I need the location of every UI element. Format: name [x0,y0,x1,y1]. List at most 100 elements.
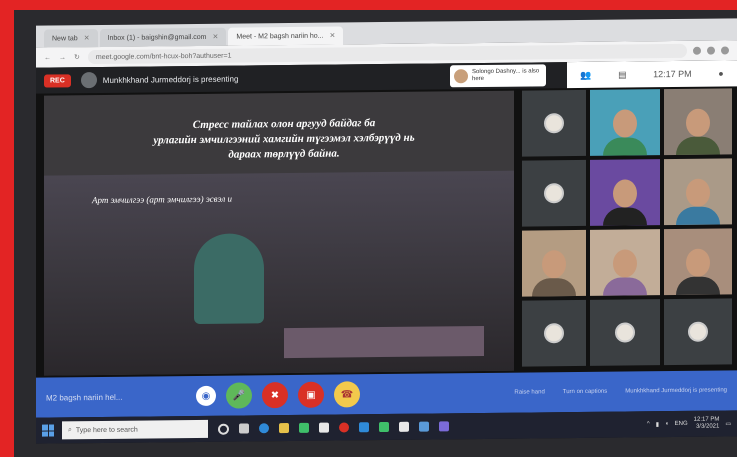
presenting-text: Munkhkhand Jurmeddorj is presenting [102,74,239,85]
chevron-up-icon[interactable]: ^ [647,421,650,427]
participant-tile-video[interactable] [522,229,586,297]
participant-avatar [544,113,564,134]
participant-body [603,207,647,226]
extension-icon[interactable] [707,46,715,55]
people-icon[interactable]: 👥 [580,69,591,80]
close-icon[interactable]: ✕ [84,34,90,42]
chat-icon[interactable]: ▤ [618,69,627,80]
participant-avatar [544,323,564,344]
volume-icon[interactable]: ◖ [665,421,669,427]
word-icon[interactable] [419,421,429,432]
participant-tile-video[interactable] [664,158,732,226]
slide-title: Стресс тайлах олон аргууд байдаг ба урла… [84,115,484,164]
user-avatar[interactable]: ● [718,68,723,78]
forward-icon[interactable]: → [59,54,66,61]
participant-face [686,178,710,207]
participant-face [686,248,710,277]
browser-tab[interactable]: Inbox (1) - baigshin@gmail.com ✕ [99,27,227,48]
participant-face [613,249,637,278]
participant-tile-video[interactable] [590,89,660,156]
laptop-screen: New tab ✕ Inbox (1) - baigshin@gmail.com ✕… [36,18,737,444]
profile-icon[interactable] [721,46,729,55]
notification-icon[interactable]: ▭ [725,420,731,427]
right-controls: Raise hand Turn on captions Munkhkhand J… [514,387,727,395]
participant-face [686,108,710,137]
participant-face [542,249,566,279]
mic-off-button[interactable]: ✖ [262,382,288,409]
close-icon[interactable]: ✕ [213,33,219,41]
participant-tile[interactable] [522,159,586,227]
participant-tile[interactable] [522,89,586,157]
slide-photo-table [284,325,484,359]
participant-tile-video[interactable] [664,228,732,296]
participant-body [603,277,647,296]
participant-face [613,179,637,208]
participant-face [613,109,637,138]
meet-top-right: 👥 ▤ 12:17 PM ● [567,60,737,89]
participant-tile[interactable] [522,299,586,367]
info-icon[interactable]: ◉ [196,385,216,406]
search-placeholder: Type here to search [75,426,138,434]
participant-body [532,278,576,297]
meeting-time: 12:17 PM [653,68,692,80]
mail-icon[interactable] [359,422,369,433]
participant-body [676,276,720,295]
clock-date: 3/3/2021 [695,423,720,430]
mic-button[interactable]: 🎤 [226,382,252,409]
participant-grid [522,88,732,370]
photo-of-screen: New tab ✕ Inbox (1) - baigshin@gmail.com ✕… [14,10,737,457]
frame-top-bar [0,0,737,10]
cortana-icon[interactable] [218,423,229,435]
taskbar-clock[interactable]: 12:17 PM 3/3/2021 [694,417,720,431]
excel-icon[interactable] [379,421,389,433]
tab-label: Inbox (1) - baigshin@gmail.com [107,33,207,42]
teams-icon[interactable] [439,421,449,432]
taskbar-search[interactable]: ⌕ Type here to search [62,419,208,440]
also-here-chip[interactable]: Solongo Dashny... is also here [450,64,546,88]
opera-icon[interactable] [339,422,349,433]
raise-hand-button[interactable]: Raise hand [514,389,544,395]
url-text: meet.google.com/bnt-hcux-boh?authuser=1 [95,52,232,61]
tab-label: Meet - M2 bagsh nariin ho... [236,32,324,41]
also-here-text: Solongo Dashny... is also here [472,68,540,83]
network-icon[interactable]: ▮ [656,421,659,428]
browser-tab[interactable]: New tab ✕ [44,29,98,48]
participant-tile-video[interactable] [590,159,660,226]
participant-avatar [615,322,635,343]
edge-icon[interactable] [259,423,269,434]
recording-badge: REC [44,73,71,88]
app-icon[interactable] [319,422,329,433]
language-indicator[interactable]: ENG [675,421,688,427]
extension-icon[interactable] [693,46,701,55]
participant-avatar [688,321,708,342]
meeting-name: M2 bagsh nariin hel... [46,392,123,403]
app-icon[interactable] [299,422,309,433]
task-view-icon[interactable] [239,423,249,434]
participant-avatar [454,69,468,84]
app-icon[interactable] [399,421,409,432]
participant-body [676,206,720,225]
close-icon[interactable]: ✕ [330,32,336,40]
presentation-slide: Стресс тайлах олон аргууд байдаг ба урла… [44,90,514,376]
frame-side-bar [0,0,14,457]
participant-tile-video[interactable] [664,88,732,156]
slide-photo-person [194,233,264,325]
camera-off-button[interactable]: ▣ [298,381,324,408]
participant-tile[interactable] [590,299,660,366]
participant-tile[interactable] [664,298,732,366]
reload-icon[interactable]: ↻ [74,53,80,61]
search-icon: ⌕ [68,426,72,434]
back-icon[interactable]: ← [44,54,51,61]
captions-button[interactable]: Turn on captions [563,389,607,395]
participant-tile-video[interactable] [590,229,660,296]
windows-start-icon[interactable] [42,424,54,437]
presenter-avatar [80,72,97,89]
end-call-button[interactable]: ☎ [334,381,360,408]
slide-subtitle: Арт эмчилгээ (арт эмчилгээ) эсвэл и [92,193,232,206]
tab-label: New tab [52,34,78,43]
present-status[interactable]: Munkhkhand Jurmeddorj is presenting [625,387,727,394]
file-explorer-icon[interactable] [279,423,289,434]
system-tray: ^ ▮ ◖ ENG 12:17 PM 3/3/2021 ▭ [647,416,731,431]
browser-tab-active[interactable]: Meet - M2 bagsh nariin ho... ✕ [228,26,344,46]
slide-title-line: дараах төрлүүд байна. [228,147,340,161]
